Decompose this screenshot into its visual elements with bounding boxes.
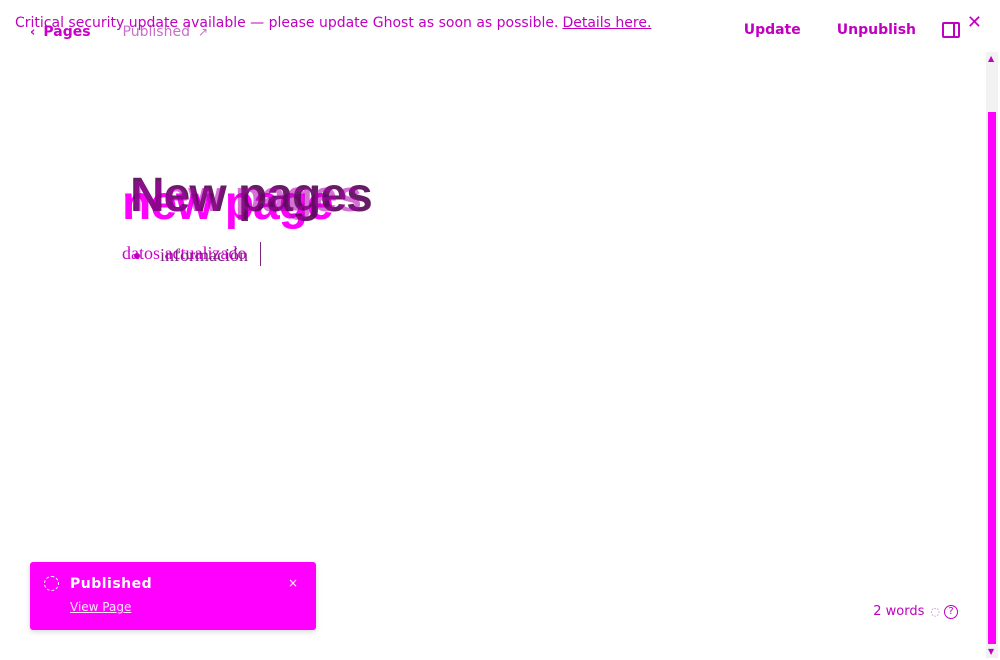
- spinner-icon: ◌: [930, 605, 940, 618]
- title-overlay-text: New pages: [132, 172, 362, 221]
- scroll-down-icon[interactable]: ▼: [988, 647, 994, 656]
- publish-toast: Published View Page ×: [30, 562, 316, 630]
- toast-title: Published: [70, 576, 153, 592]
- scrollbar[interactable]: ▲ ▼: [986, 52, 998, 658]
- help-circle-icon[interactable]: ?: [944, 604, 958, 619]
- text-cursor: [260, 242, 261, 266]
- banner-details-link[interactable]: Details here.: [562, 15, 651, 31]
- editor-header-right: Update Unpublish: [708, 22, 960, 38]
- word-count: 2 words ◌ ?: [873, 604, 958, 619]
- security-banner: Critical security update available — ple…: [15, 15, 651, 31]
- list-bullet: [134, 253, 140, 259]
- post-body[interactable]: datos actualizado información: [122, 240, 322, 268]
- toast-close-button[interactable]: ×: [288, 576, 298, 590]
- banner-text: Critical security update available — ple…: [15, 15, 559, 31]
- scroll-up-icon[interactable]: ▲: [988, 54, 994, 63]
- post-title[interactable]: new page New pages New pages: [122, 168, 442, 232]
- scroll-thumb[interactable]: [988, 112, 996, 644]
- body-list-item: información: [160, 245, 248, 265]
- close-icon[interactable]: ✕: [967, 12, 982, 33]
- sidebar-toggle-icon[interactable]: [942, 22, 960, 38]
- view-page-link[interactable]: View Page: [70, 600, 131, 614]
- word-count-text: 2 words: [873, 604, 925, 619]
- editor-page: ‹ Pages Published ↗ Critical security up…: [0, 0, 1000, 660]
- spinner-icon: [44, 576, 59, 591]
- unpublish-button[interactable]: Unpublish: [837, 22, 916, 38]
- update-button[interactable]: Update: [744, 22, 801, 38]
